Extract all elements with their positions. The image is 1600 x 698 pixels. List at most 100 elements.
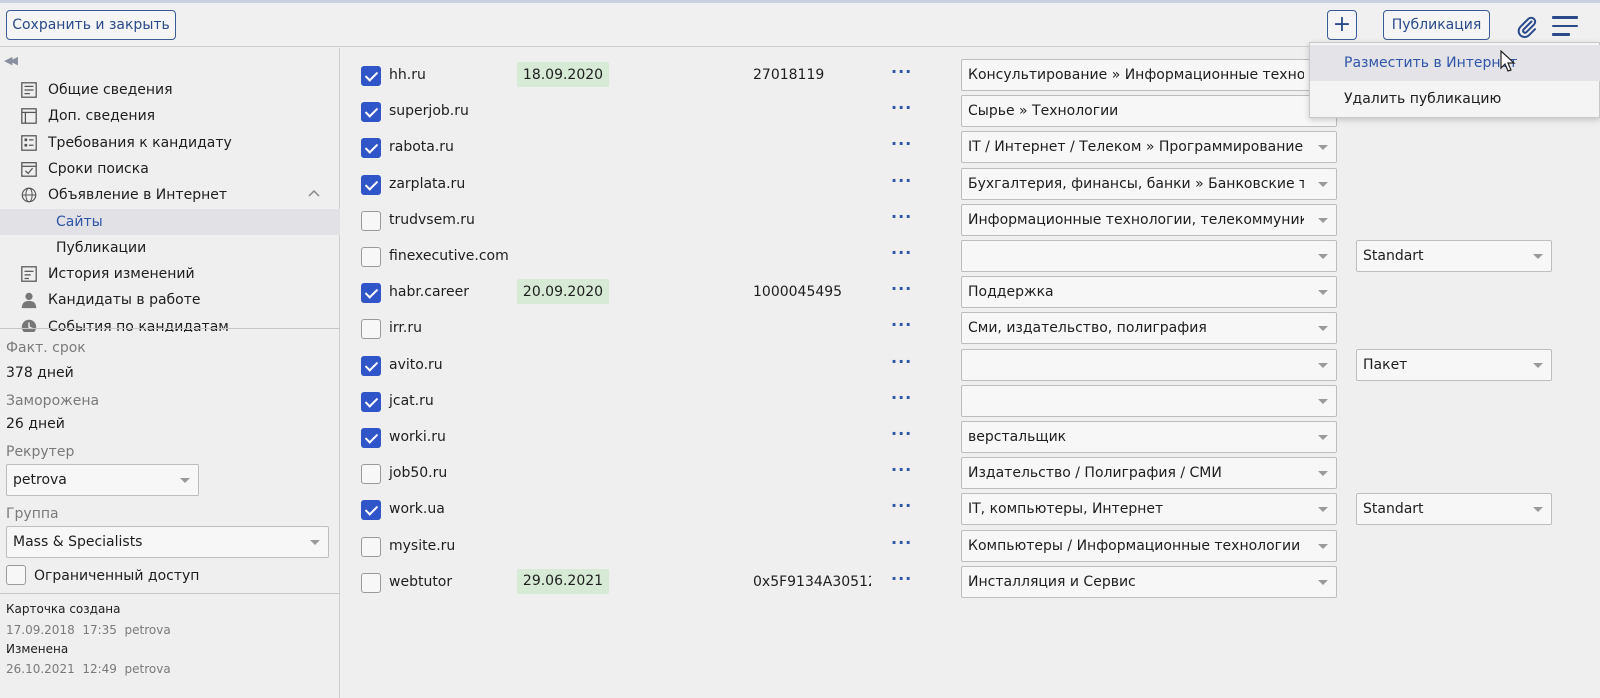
category-value: Сырье » Технологии <box>968 103 1119 120</box>
chevron-down-icon <box>310 540 320 545</box>
sidebar-item[interactable]: Требования к кандидату <box>0 130 340 156</box>
site-name: mysite.ru <box>389 537 456 554</box>
group-select[interactable]: Mass & Specialists <box>6 526 329 558</box>
more-options-icon[interactable]: ··· <box>891 243 912 262</box>
chevron-down-icon <box>1318 543 1328 549</box>
category-value: IT, компьютеры, Интернет <box>968 501 1164 518</box>
table-row: avito.ru ··· Пакет <box>341 348 1600 384</box>
site-name: worki.ru <box>389 429 446 445</box>
chevron-up-icon[interactable] <box>308 188 320 200</box>
sidebar-item[interactable]: Сайты <box>0 208 340 235</box>
more-options-icon[interactable]: ··· <box>891 315 912 334</box>
category-value: Инсталляция и Сервис <box>968 573 1136 590</box>
sidebar-item[interactable]: Сроки поиска <box>0 156 340 182</box>
sidebar-item[interactable]: Публикации <box>0 235 340 261</box>
tariff-select[interactable]: Пакет <box>1356 348 1552 381</box>
category-select[interactable]: Сырье » Технологии <box>961 95 1337 128</box>
sidebar-item-label: Публикации <box>56 239 147 256</box>
category-select[interactable] <box>961 348 1337 381</box>
site-checkbox[interactable] <box>361 247 381 267</box>
sidebar-divider <box>0 328 340 329</box>
site-checkbox[interactable] <box>361 138 381 159</box>
save-and-close-button[interactable]: Сохранить и закрыть <box>6 10 176 40</box>
tariff-value: Standart <box>1363 501 1424 518</box>
category-select[interactable]: Компьютеры / Информационные технологии »… <box>961 529 1337 562</box>
category-select[interactable]: Издательство / Полиграфия / СМИ <box>961 457 1337 490</box>
more-options-icon[interactable]: ··· <box>891 352 912 371</box>
add-button[interactable]: + <box>1327 10 1357 40</box>
category-select[interactable] <box>961 240 1337 272</box>
more-options-icon[interactable]: ··· <box>891 388 912 407</box>
category-select[interactable]: IT / Интернет / Телеком » Программирован… <box>961 131 1337 164</box>
site-checkbox[interactable] <box>361 500 381 521</box>
site-checkbox[interactable] <box>361 572 381 593</box>
hamburger-menu-icon[interactable] <box>1552 16 1578 38</box>
more-options-icon[interactable]: ··· <box>891 496 912 515</box>
sidebar-item[interactable]: Общие сведения <box>0 77 340 103</box>
site-checkbox[interactable] <box>361 536 381 557</box>
table-row: zarplata.ru ··· Бухгалтерия, финансы, банк… <box>341 167 1600 203</box>
more-options-icon[interactable]: ··· <box>891 533 912 552</box>
recruiter-label: Рекрутер <box>6 444 75 460</box>
site-checkbox[interactable] <box>361 210 381 231</box>
table-row: job50.ru ··· Издательство / Полиграфия / С… <box>341 456 1600 492</box>
site-name: finexecutive.com <box>389 248 509 264</box>
document-icon <box>19 80 39 100</box>
site-checkbox[interactable] <box>361 102 381 123</box>
sidebar-item[interactable]: События по кандидатам <box>0 314 340 332</box>
publish-button[interactable]: Публикация <box>1383 10 1490 40</box>
sidebar-item-label: Сроки поиска <box>48 160 149 177</box>
chevron-down-icon <box>1318 471 1328 477</box>
more-options-icon[interactable]: ··· <box>891 460 912 479</box>
site-checkbox[interactable] <box>361 391 381 412</box>
more-options-icon[interactable]: ··· <box>891 171 912 190</box>
publication-id: 1000045495 <box>753 284 843 301</box>
site-name: webtutor <box>389 573 453 590</box>
more-options-icon[interactable]: ··· <box>891 207 912 226</box>
category-select[interactable]: Консультирование » Информационные технол… <box>961 59 1337 91</box>
paperclip-icon[interactable] <box>1515 15 1539 39</box>
chevron-down-icon <box>1318 435 1328 440</box>
sidebar-item[interactable]: Объявление в Интернет <box>0 182 340 208</box>
tariff-select[interactable]: Standart <box>1356 493 1552 526</box>
site-checkbox[interactable] <box>361 174 381 195</box>
sidebar-item[interactable]: Кандидаты в работе <box>0 287 340 313</box>
more-options-icon[interactable]: ··· <box>891 98 912 117</box>
restricted-access-checkbox[interactable] <box>6 565 26 585</box>
toolbar: Сохранить и закрыть + Публикация <box>0 3 1600 47</box>
recruiter-select[interactable]: petrova <box>6 464 199 496</box>
category-select[interactable]: Бухгалтерия, финансы, банки » Банковские… <box>961 167 1337 200</box>
delete-publication-menu-item[interactable]: Удалить публикацию <box>1310 81 1600 117</box>
tariff-value: Пакет <box>1363 356 1408 373</box>
more-options-icon[interactable]: ··· <box>891 424 912 443</box>
site-checkbox[interactable] <box>361 428 381 448</box>
sidebar-item[interactable]: Доп. сведения <box>0 103 340 129</box>
category-value: Информационные технологии, телекоммуника… <box>968 211 1304 228</box>
site-name: job50.ru <box>389 465 448 482</box>
category-select[interactable]: Сми, издательство, полиграфия <box>961 312 1337 345</box>
more-options-icon[interactable]: ··· <box>891 279 912 298</box>
more-options-icon[interactable]: ··· <box>891 569 912 588</box>
category-select[interactable]: Поддержка <box>961 276 1337 309</box>
sidebar-item[interactable]: История изменений <box>0 261 340 287</box>
table-row: webtutor 29.06.2021 0x5F9134A30512 ··· Инста… <box>341 565 1600 601</box>
site-checkbox[interactable] <box>361 66 381 86</box>
site-checkbox[interactable] <box>361 464 381 485</box>
more-options-icon[interactable]: ··· <box>891 62 912 81</box>
category-select[interactable] <box>961 384 1337 417</box>
site-checkbox[interactable] <box>361 355 381 376</box>
category-select[interactable]: Инсталляция и Сервис <box>961 565 1337 598</box>
site-checkbox[interactable] <box>361 319 381 340</box>
more-options-icon[interactable]: ··· <box>891 134 912 153</box>
site-checkbox[interactable] <box>361 283 381 304</box>
place-online-menu-item[interactable]: Разместить в Интернет <box>1310 45 1600 81</box>
category-select[interactable]: IT, компьютеры, Интернет <box>961 493 1337 526</box>
category-select[interactable]: верстальщик <box>961 421 1337 453</box>
category-select[interactable]: Информационные технологии, телекоммуника… <box>961 203 1337 236</box>
sites-table: hh.ru 18.09.2020 27018119 ··· Консультирован… <box>341 48 1600 698</box>
created-label: Карточка создана <box>6 602 121 616</box>
frozen-value: 26 дней <box>6 416 65 432</box>
tariff-select[interactable]: Standart <box>1356 240 1552 272</box>
collapse-sidebar-icon[interactable]: ◀◀ <box>4 54 18 67</box>
site-name: irr.ru <box>389 320 422 337</box>
